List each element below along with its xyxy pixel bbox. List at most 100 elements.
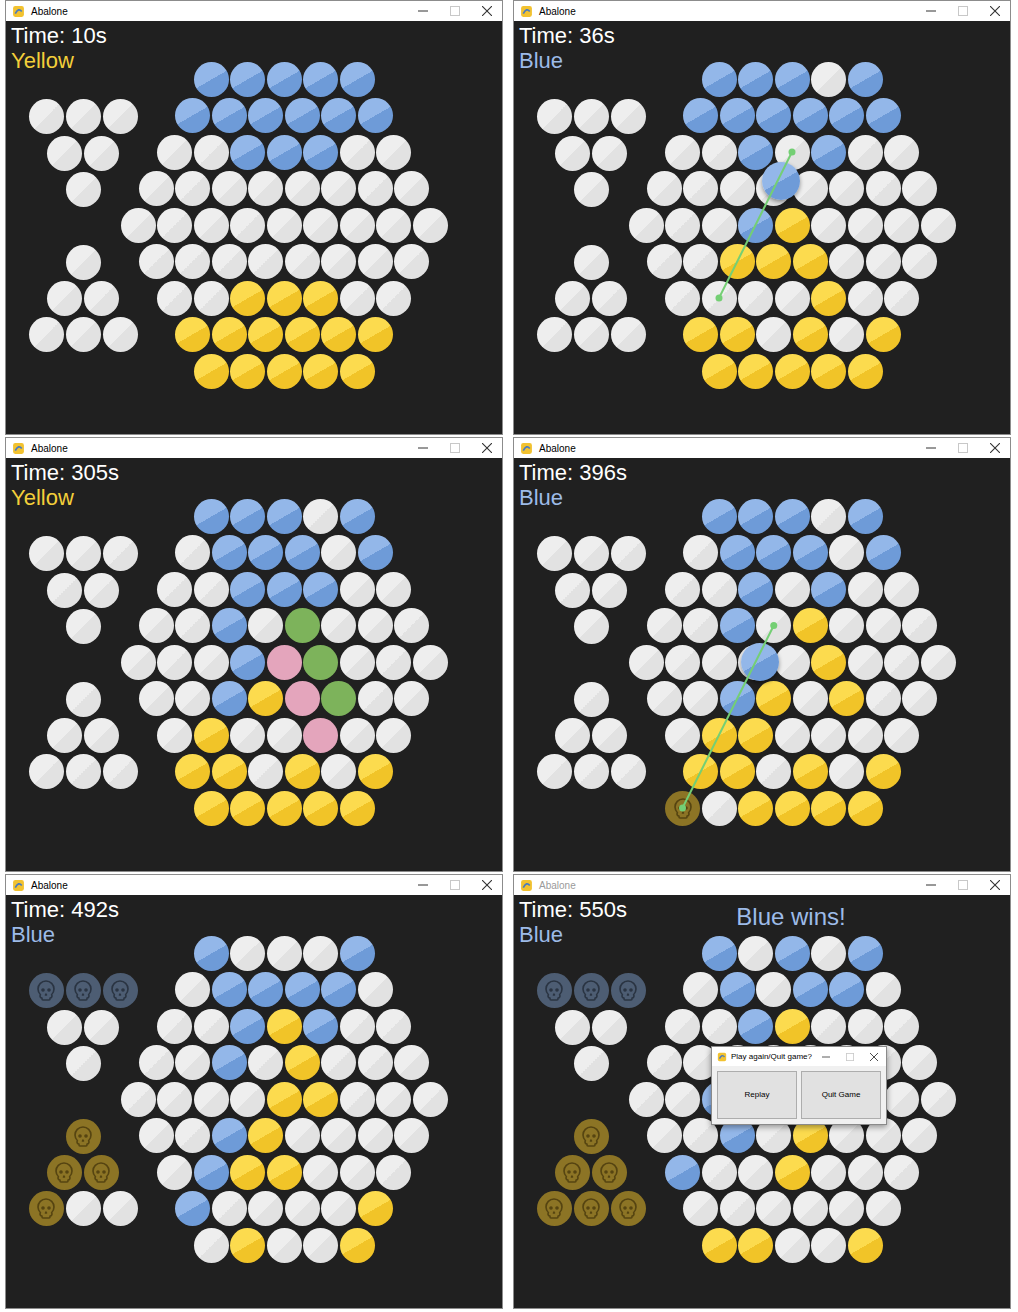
board-cell[interactable]: [720, 754, 755, 789]
board-cell[interactable]: [321, 1045, 356, 1080]
board-cell[interactable]: [321, 972, 356, 1007]
board-cell[interactable]: [738, 1155, 773, 1190]
board-cell[interactable]: [702, 645, 737, 680]
tray-slot[interactable]: [537, 973, 572, 1008]
board-cell[interactable]: [738, 572, 773, 607]
tray-slot[interactable]: [84, 718, 119, 753]
board-cell[interactable]: [866, 608, 901, 643]
board-cell[interactable]: [793, 244, 828, 279]
tray-slot[interactable]: [574, 1119, 609, 1154]
tray-slot[interactable]: [537, 754, 572, 789]
board-cell[interactable]: [702, 572, 737, 607]
board-cell[interactable]: [829, 608, 864, 643]
board-cell[interactable]: [175, 608, 210, 643]
board-cell[interactable]: [285, 681, 320, 716]
board-cell[interactable]: [175, 681, 210, 716]
board-cell[interactable]: [376, 718, 411, 753]
board-cell[interactable]: [376, 572, 411, 607]
board-cell[interactable]: [285, 972, 320, 1007]
board-cell[interactable]: [303, 208, 338, 243]
board-cell[interactable]: [702, 791, 737, 826]
board-cell[interactable]: [340, 1082, 375, 1117]
board-cell[interactable]: [738, 62, 773, 97]
board-cell[interactable]: [303, 499, 338, 534]
board-cell[interactable]: [303, 354, 338, 389]
board-cell[interactable]: [756, 972, 791, 1007]
tray-slot[interactable]: [611, 1191, 646, 1226]
board-cell[interactable]: [358, 754, 393, 789]
board-cell[interactable]: [157, 135, 192, 170]
board-cell[interactable]: [121, 1082, 156, 1117]
board-cell[interactable]: [647, 608, 682, 643]
board-cell[interactable]: [194, 62, 229, 97]
board-cell[interactable]: [267, 1228, 302, 1263]
board-cell[interactable]: [702, 281, 737, 316]
board-cell[interactable]: [884, 135, 919, 170]
board-cell[interactable]: [811, 791, 846, 826]
minimize-icon[interactable]: [418, 443, 428, 453]
tray-slot[interactable]: [574, 609, 609, 644]
board-cell[interactable]: [321, 754, 356, 789]
board-cell[interactable]: [175, 754, 210, 789]
board-cell[interactable]: [139, 681, 174, 716]
board-cell[interactable]: [394, 1118, 429, 1153]
board-cell[interactable]: [285, 98, 320, 133]
board-cell[interactable]: [157, 281, 192, 316]
board-cell[interactable]: [212, 754, 247, 789]
board-cell[interactable]: [267, 572, 302, 607]
board-cell[interactable]: [720, 608, 755, 643]
board-cell[interactable]: [775, 718, 810, 753]
board-cell[interactable]: [665, 1009, 700, 1044]
board-cell[interactable]: [267, 208, 302, 243]
board-cell[interactable]: [683, 535, 718, 570]
tray-slot[interactable]: [47, 136, 82, 171]
tray-slot[interactable]: [555, 1155, 590, 1190]
board-cell[interactable]: [321, 608, 356, 643]
board-cell[interactable]: [394, 244, 429, 279]
board-cell[interactable]: [358, 535, 393, 570]
board-cell[interactable]: [738, 208, 773, 243]
tray-slot[interactable]: [103, 99, 138, 134]
board-cell[interactable]: [720, 535, 755, 570]
board-cell[interactable]: [248, 244, 283, 279]
board-cell[interactable]: [811, 1228, 846, 1263]
board-cell[interactable]: [702, 135, 737, 170]
board-cell[interactable]: [720, 317, 755, 352]
board-cell[interactable]: [321, 171, 356, 206]
board-cell[interactable]: [848, 791, 883, 826]
tray-slot[interactable]: [66, 317, 101, 352]
board-cell[interactable]: [738, 499, 773, 534]
board-cell[interactable]: [775, 1228, 810, 1263]
board-cell[interactable]: [738, 791, 773, 826]
board-cell[interactable]: [230, 1155, 265, 1190]
board-cell[interactable]: [212, 1045, 247, 1080]
board-cell[interactable]: [902, 1045, 937, 1080]
board-cell[interactable]: [702, 718, 737, 753]
board-cell[interactable]: [756, 681, 791, 716]
board-cell[interactable]: [267, 718, 302, 753]
board-cell[interactable]: [829, 681, 864, 716]
board-cell[interactable]: [340, 135, 375, 170]
board-cell[interactable]: [358, 1045, 393, 1080]
board-cell[interactable]: [194, 499, 229, 534]
board-cell[interactable]: [230, 354, 265, 389]
board-cell[interactable]: [358, 317, 393, 352]
board-cell[interactable]: [194, 281, 229, 316]
board-cell[interactable]: [683, 98, 718, 133]
board-cell[interactable]: [665, 281, 700, 316]
board-cell[interactable]: [358, 608, 393, 643]
board-cell[interactable]: [321, 681, 356, 716]
tray-slot[interactable]: [611, 536, 646, 571]
close-icon[interactable]: [482, 443, 492, 453]
board-cell[interactable]: [121, 645, 156, 680]
board-cell[interactable]: [866, 1191, 901, 1226]
board-cell[interactable]: [811, 62, 846, 97]
board-cell[interactable]: [285, 535, 320, 570]
tray-slot[interactable]: [555, 1010, 590, 1045]
board-cell[interactable]: [775, 62, 810, 97]
board-cell[interactable]: [194, 354, 229, 389]
board-cell[interactable]: [683, 754, 718, 789]
tray-slot[interactable]: [29, 317, 64, 352]
tray-slot[interactable]: [84, 1010, 119, 1045]
board-cell[interactable]: [775, 354, 810, 389]
